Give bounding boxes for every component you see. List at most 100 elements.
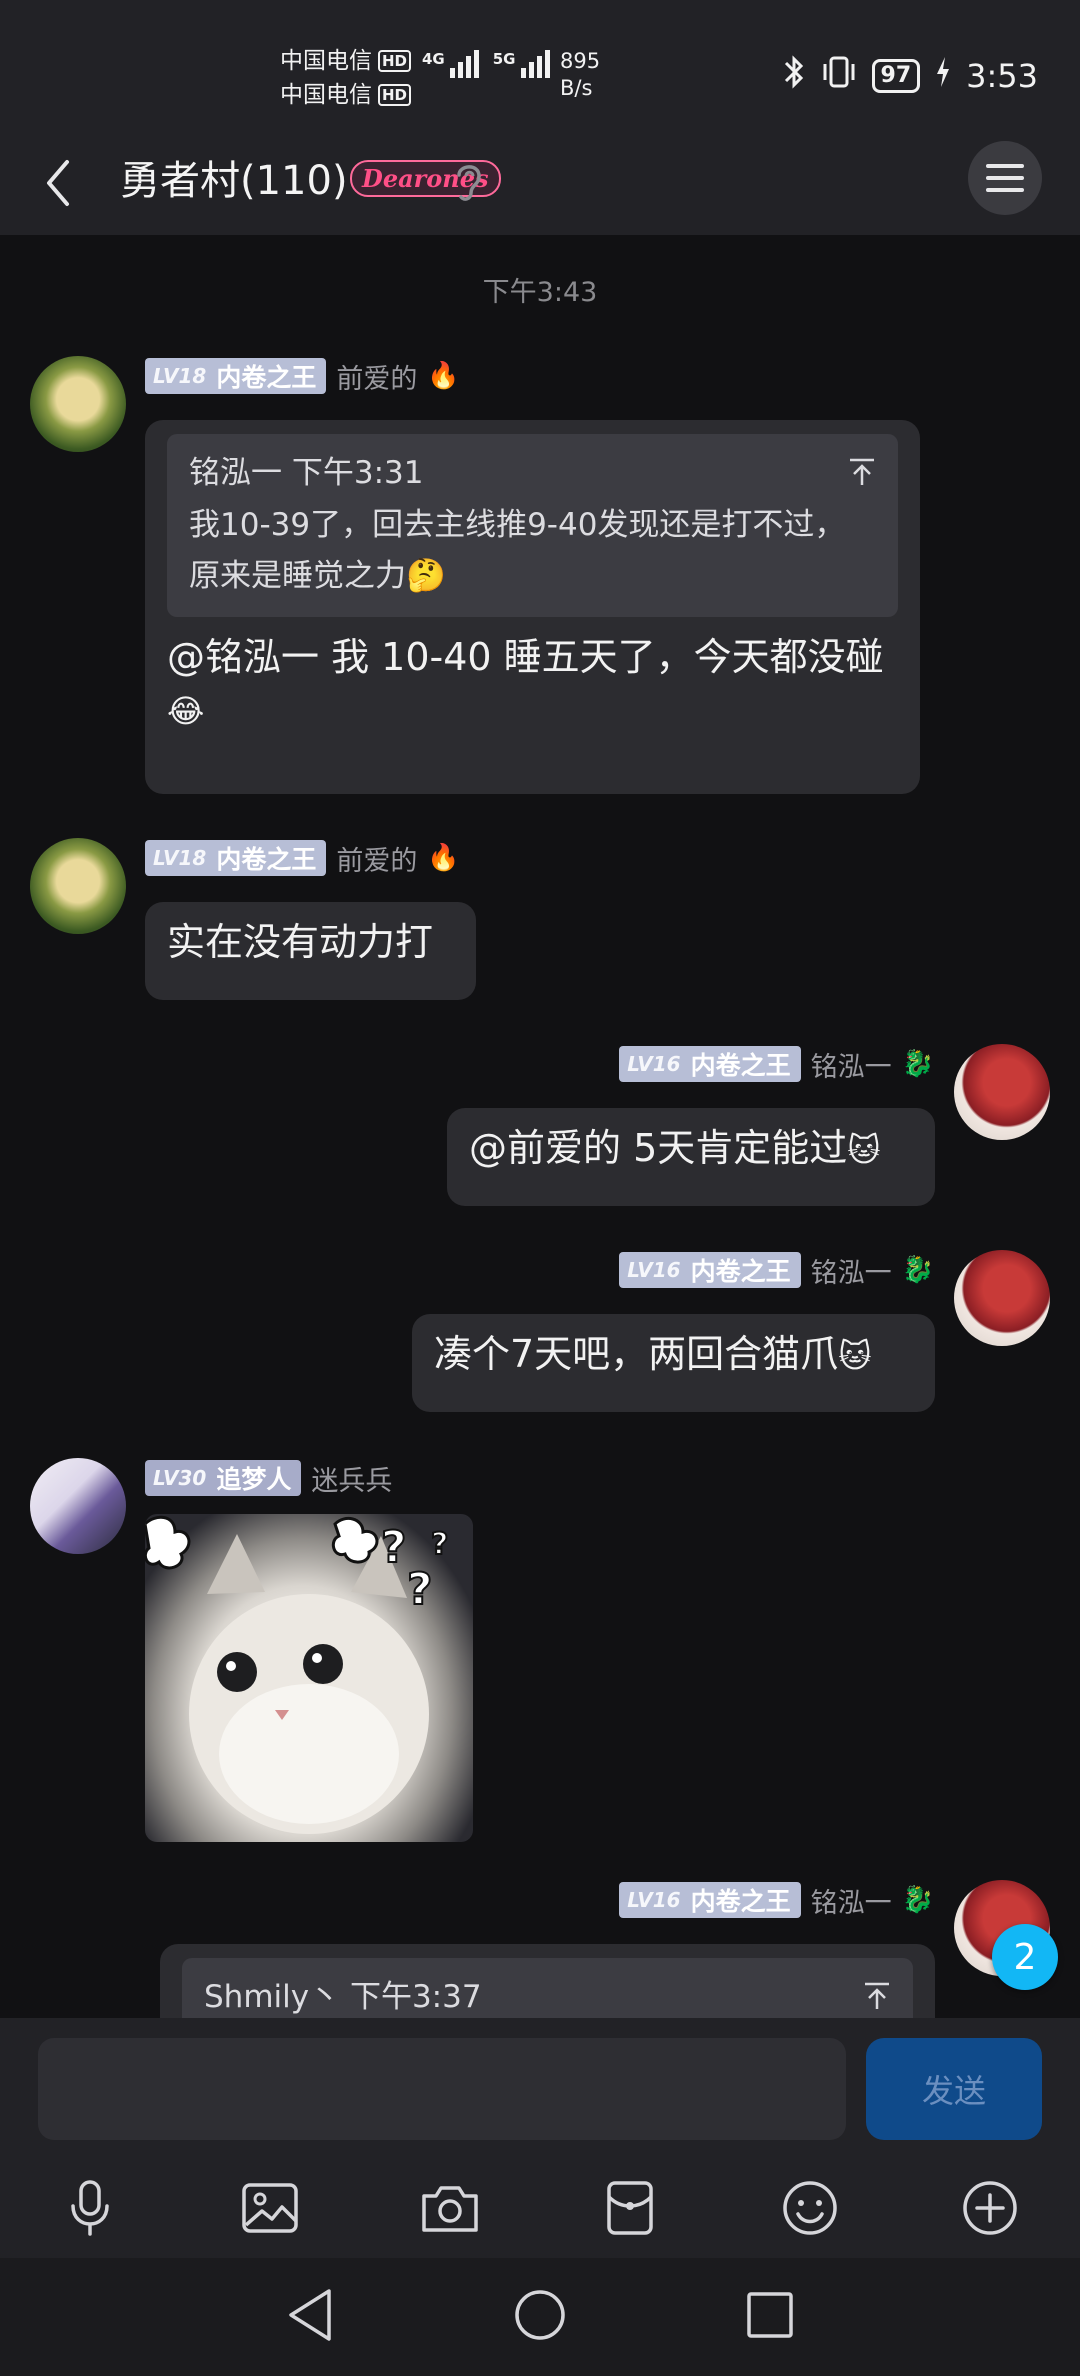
dragon-icon: 🐉 — [901, 1255, 934, 1285]
message-input[interactable] — [38, 2038, 846, 2140]
level-badge: LV18 内卷之王 — [145, 358, 327, 394]
nav-back-button[interactable] — [275, 2280, 345, 2350]
earpiece-icon[interactable] — [452, 157, 486, 207]
sender-name[interactable]: 铭泓一 — [811, 1881, 892, 1920]
sender-name[interactable]: 铭泓一 — [811, 1045, 892, 1084]
message-text: 凑个7天吧，两回合猫爪🐱 — [434, 1328, 913, 1382]
image-icon — [242, 2183, 298, 2233]
level-badge: LV18 内卷之王 — [145, 840, 327, 876]
fire-icon: 🔥 — [427, 843, 460, 873]
dragon-icon: 🐉 — [901, 1049, 934, 1079]
message-text: 实在没有动力打 — [167, 920, 434, 964]
message-bubble[interactable]: Shmily丶 下午3:37 — [160, 1944, 935, 2018]
unread-count-badge[interactable]: 2 — [992, 1924, 1058, 1990]
message-meta: LV16 内卷之王 铭泓一 🐉 — [619, 1881, 934, 1919]
quote-text: 我10-39了，回去主线推9-40发现还是打不过，原来是睡觉之力🤔 — [189, 500, 876, 601]
mic-button[interactable] — [50, 2168, 130, 2248]
charging-icon — [934, 55, 952, 97]
battery-icon: 97 — [871, 59, 921, 93]
carrier-info: 中国电信 HD 中国电信 HD — [280, 44, 412, 112]
input-toolbar — [0, 2168, 1080, 2258]
square-recents-icon — [747, 2292, 793, 2338]
signal-4g-icon: 4G — [422, 50, 479, 78]
cat-emoji-icon: 🐱 — [847, 1131, 881, 1169]
more-button[interactable] — [950, 2168, 1030, 2248]
message-text: @铭泓一 我 10-40 睡五天了，今天都没碰😂 — [167, 631, 898, 737]
status-right: 97 3:53 — [782, 54, 1038, 98]
message-bubble[interactable]: 实在没有动力打 — [145, 902, 476, 1000]
message-bubble[interactable]: 铭泓一 下午3:31 我10-39了，回去主线推9-40发现还是打不过，原来是睡… — [145, 420, 920, 794]
triangle-back-icon — [289, 2289, 331, 2341]
hd-badge-2: HD — [378, 84, 412, 106]
nav-home-button[interactable] — [505, 2280, 575, 2350]
level-badge: LV16 内卷之王 — [619, 1252, 801, 1288]
cat-emoji-icon: 🐱 — [838, 1337, 872, 1375]
avatar[interactable] — [954, 1250, 1050, 1346]
emoji-button[interactable] — [770, 2168, 850, 2248]
status-bar: 中国电信 HD 中国电信 HD 4G 5G 895 B/s 97 3:53 — [0, 0, 1080, 135]
image-button[interactable] — [230, 2168, 310, 2248]
carrier-2: 中国电信 — [280, 82, 372, 108]
chat-header: 勇者村(110) Dearones — [0, 135, 1080, 235]
hd-badge-1: HD — [378, 50, 412, 72]
message-meta: LV18 内卷之王 前爱的 🔥 — [145, 357, 460, 395]
input-area: 发送 — [0, 2018, 1080, 2258]
carrier-1: 中国电信 — [280, 48, 372, 74]
message-text: @前爱的 5天肯定能过🐱 — [469, 1122, 913, 1176]
menu-button[interactable] — [968, 141, 1042, 215]
send-button[interactable]: 发送 — [866, 2038, 1042, 2140]
back-button[interactable] — [28, 153, 88, 213]
svg-text:?: ? — [381, 1522, 407, 1573]
sender-name[interactable]: 迷兵兵 — [311, 1459, 392, 1498]
level-badge: LV16 内卷之王 — [619, 1046, 801, 1082]
thinking-emoji-icon: 🤔 — [406, 556, 446, 594]
group-title[interactable]: 勇者村(110) — [120, 149, 348, 213]
quoted-message[interactable]: Shmily丶 下午3:37 — [182, 1958, 913, 2018]
avatar[interactable] — [30, 838, 126, 934]
system-nav-bar — [0, 2258, 1080, 2376]
net-speed-value: 895 — [560, 49, 601, 73]
avatar[interactable] — [954, 1044, 1050, 1140]
clock: 3:53 — [966, 57, 1038, 95]
quote-author-time: 铭泓一 下午3:31 — [189, 455, 424, 491]
camera-button[interactable] — [410, 2168, 490, 2248]
sender-name[interactable]: 铭泓一 — [811, 1251, 892, 1290]
message-meta: LV16 内卷之王 铭泓一 🐉 — [619, 1045, 934, 1083]
jump-to-top-icon[interactable] — [861, 1980, 893, 2012]
fire-icon: 🔥 — [427, 361, 460, 391]
camera-icon — [422, 2186, 478, 2232]
svg-text:?: ? — [407, 1564, 433, 1615]
chat-timestamp: 下午3:43 — [482, 277, 598, 308]
nav-recents-button[interactable] — [735, 2280, 805, 2350]
circle-home-icon — [515, 2290, 565, 2340]
red-packet-button[interactable] — [590, 2168, 670, 2248]
net-speed: 895 B/s — [560, 48, 600, 102]
message-meta: LV30 追梦人 迷兵兵 — [145, 1459, 392, 1497]
net-speed-unit: B/s — [560, 76, 593, 100]
sender-name[interactable]: 前爱的 — [336, 839, 417, 878]
hamburger-icon — [986, 164, 1024, 192]
message-bubble[interactable]: 凑个7天吧，两回合猫爪🐱 — [412, 1314, 935, 1412]
level-badge: LV16 内卷之王 — [619, 1882, 801, 1918]
message-meta: LV16 内卷之王 铭泓一 🐉 — [619, 1251, 934, 1289]
plus-icon — [963, 2181, 1017, 2235]
red-packet-icon — [607, 2181, 653, 2235]
emoji-icon — [783, 2181, 837, 2235]
vibrate-icon — [820, 55, 858, 97]
sender-name[interactable]: 前爱的 — [336, 357, 417, 396]
avatar[interactable] — [30, 356, 126, 452]
jump-to-top-icon[interactable] — [846, 456, 878, 488]
svg-text:?: ? — [431, 1527, 448, 1562]
dragon-icon: 🐉 — [901, 1885, 934, 1915]
avatar[interactable] — [30, 1458, 126, 1554]
quoted-message[interactable]: 铭泓一 下午3:31 我10-39了，回去主线推9-40发现还是打不过，原来是睡… — [167, 434, 898, 617]
signal-5g-icon: 5G — [493, 50, 550, 78]
net-type-1: 4G — [422, 50, 445, 68]
message-bubble[interactable]: @前爱的 5天肯定能过🐱 — [447, 1108, 935, 1206]
laughing-emoji-icon: 😂 — [167, 692, 205, 730]
mic-icon — [71, 2180, 109, 2236]
message-meta: LV18 内卷之王 前爱的 🔥 — [145, 839, 460, 877]
bluetooth-icon — [782, 54, 806, 98]
cat-sticker-image[interactable]: ? ? ? — [145, 1514, 473, 1842]
chevron-left-icon — [47, 160, 69, 206]
